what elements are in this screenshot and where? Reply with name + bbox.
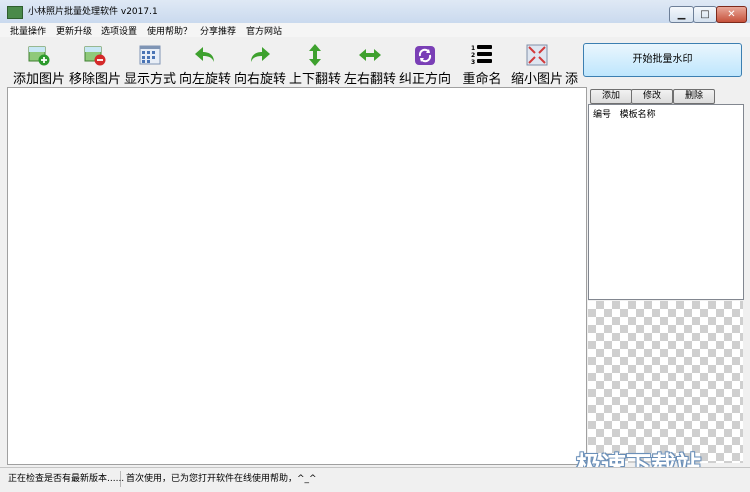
shrink-image-button[interactable]: 缩小图片	[510, 38, 564, 87]
remove-image-icon	[84, 46, 106, 66]
rotate-right-label: 向右旋转	[233, 72, 286, 87]
remove-image-label: 移除图片	[68, 72, 121, 87]
watermark-preview	[588, 301, 743, 463]
status-update-check: 正在检查是否有最新版本......	[6, 471, 124, 487]
flip-vertical-icon	[309, 44, 321, 66]
flip-horizontal-button[interactable]: 左右翻转	[343, 38, 397, 87]
rotate-left-label: 向左旋转	[178, 72, 231, 87]
delete-template-button[interactable]: 删除	[673, 89, 715, 104]
menu-share[interactable]: 分享推荐	[200, 24, 236, 37]
minimize-button[interactable]: ▁	[669, 6, 694, 23]
correct-orientation-icon	[415, 46, 435, 65]
flip-vertical-button[interactable]: 上下翻转	[288, 38, 342, 87]
menu-help[interactable]: 使用帮助？	[147, 24, 192, 37]
menu-options[interactable]: 选项设置	[101, 24, 137, 37]
correct-orientation-label: 纠正方向	[398, 72, 451, 87]
template-list[interactable]: 编号 模板名称	[588, 104, 744, 300]
shrink-image-label: 缩小图片	[510, 72, 563, 87]
remove-image-button[interactable]: 移除图片	[68, 38, 122, 87]
svg-text:3: 3	[471, 59, 475, 66]
display-mode-button[interactable]: 显示方式	[123, 38, 177, 87]
correct-orientation-button[interactable]: 纠正方向	[398, 38, 452, 87]
column-template-name[interactable]: 模板名称	[620, 110, 656, 120]
app-icon	[7, 6, 23, 19]
start-batch-watermark-button[interactable]: 开始批量水印	[583, 43, 742, 77]
add-image-button[interactable]: 添加图片	[12, 38, 66, 87]
template-list-header: 编号 模板名称	[593, 107, 656, 120]
edit-template-button[interactable]: 修改	[631, 89, 673, 104]
toolbar: 添加图片 移除图片 显示方式 向左旋转 向右旋转 上下翻转 左右翻转 纠正方向 …	[0, 38, 586, 87]
flip-horizontal-icon	[359, 49, 381, 61]
close-button[interactable]: ✕	[716, 6, 747, 23]
image-list-area[interactable]	[7, 87, 587, 465]
rename-label: 重命名	[462, 72, 502, 87]
rename-button[interactable]: 123 重命名	[455, 38, 509, 87]
flip-vertical-label: 上下翻转	[288, 72, 341, 87]
flip-horizontal-label: 左右翻转	[343, 72, 396, 87]
rotate-right-button[interactable]: 向右旋转	[233, 38, 287, 87]
menu-website[interactable]: 官方网站	[246, 24, 282, 37]
numbered-list-icon: 123	[471, 45, 492, 66]
window-title: 小林照片批量处理软件 v2017.1	[28, 7, 158, 17]
rotate-left-button[interactable]: 向左旋转	[178, 38, 232, 87]
svg-text:1: 1	[471, 45, 475, 52]
status-bar: 正在检查是否有最新版本...... 首次使用，已为您打开软件在线使用帮助，^_^	[0, 467, 750, 492]
menu-update[interactable]: 更新升级	[56, 24, 92, 37]
svg-text:2: 2	[471, 52, 475, 59]
rotate-right-icon	[251, 47, 270, 62]
status-help-message: 首次使用，已为您打开软件在线使用帮助，^_^	[126, 474, 317, 484]
maximize-button[interactable]: □	[693, 6, 717, 23]
menu-bar: 批量操作 更新升级 选项设置 使用帮助？ 分享推荐 官方网站	[0, 23, 750, 37]
rotate-left-icon	[195, 47, 214, 62]
shrink-image-icon	[526, 44, 548, 66]
add-image-icon	[28, 46, 50, 66]
grid-view-icon	[139, 45, 161, 65]
menu-batch[interactable]: 批量操作	[10, 24, 46, 37]
column-number[interactable]: 编号	[593, 110, 611, 120]
display-mode-label: 显示方式	[123, 72, 176, 87]
add-template-button[interactable]: 添加	[590, 89, 632, 104]
add-image-label: 添加图片	[12, 72, 65, 87]
title-bar: 小林照片批量处理软件 v2017.1 ▁ □ ✕	[0, 0, 750, 25]
